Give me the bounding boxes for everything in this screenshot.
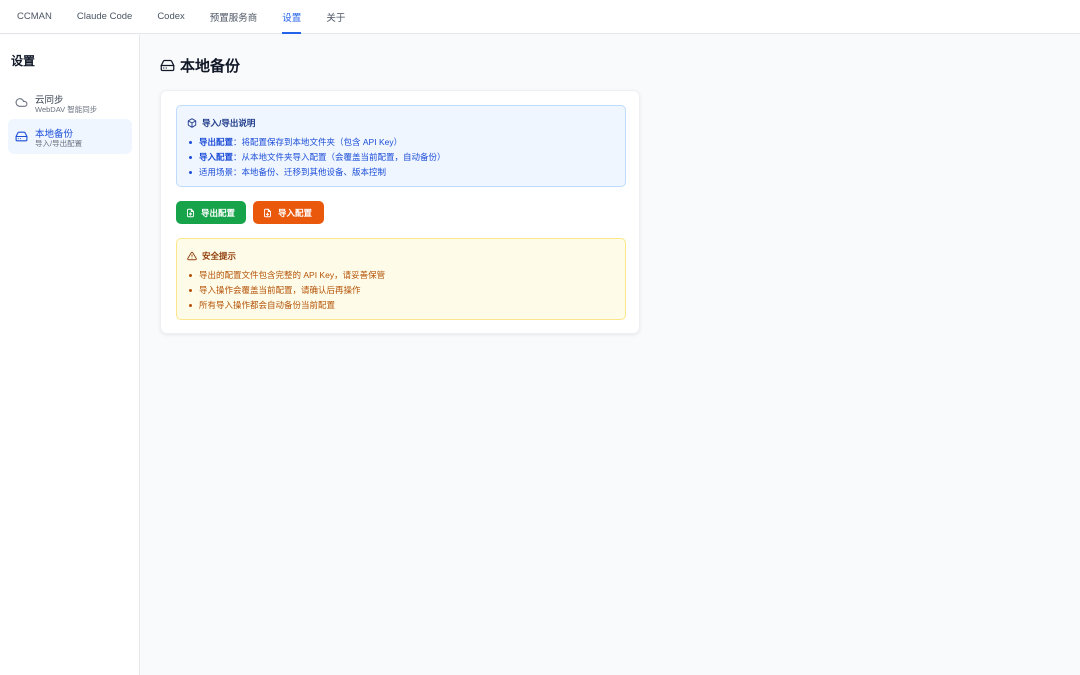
- info-list: 导出配置：将配置保存到本地文件夹（包含 API Key） 导入配置：从本地文件夹…: [189, 135, 446, 180]
- list-item-text: ：从本地文件夹导入配置（会覆盖当前配置，自动备份）: [233, 152, 446, 162]
- info-box-title-text: 导入/导出说明: [202, 118, 256, 128]
- sidebar-item-sublabel: WebDAV 智能同步: [35, 105, 98, 114]
- import-export-info-box: 导入/导出说明 导出配置：将配置保存到本地文件夹（包含 API Key） 导入配…: [176, 105, 626, 187]
- alert-triangle-icon: [187, 251, 197, 261]
- import-button-label: 导入配置: [278, 207, 313, 218]
- info-box-title: 导入/导出说明: [187, 117, 255, 129]
- list-item: 导出的配置文件包含完整的 API Key，请妥善保管: [189, 268, 385, 283]
- tab-preset-providers[interactable]: 预置服务商: [210, 0, 258, 33]
- cloud-icon: [15, 98, 28, 107]
- list-item: 所有导入操作都会自动备份当前配置: [189, 298, 385, 313]
- list-item: 导入配置：从本地文件夹导入配置（会覆盖当前配置，自动备份）: [189, 150, 446, 165]
- file-export-icon: [187, 208, 194, 217]
- list-item: 适用场景：本地备份、迁移到其他设备、版本控制: [189, 165, 446, 180]
- page-title: 本地备份: [180, 57, 241, 75]
- page-header: 本地备份: [160, 55, 240, 75]
- list-item-text: 适用场景：本地备份、迁移到其他设备、版本控制: [199, 167, 387, 177]
- list-item: 导入操作会覆盖当前配置，请确认后再操作: [189, 283, 385, 298]
- hard-drive-icon: [15, 131, 28, 142]
- backup-card: 导入/导出说明 导出配置：将配置保存到本地文件夹（包含 API Key） 导入配…: [160, 90, 640, 334]
- sidebar-item-cloud-sync[interactable]: 云同步 WebDAV 智能同步: [8, 85, 132, 120]
- export-button-label: 导出配置: [201, 207, 236, 218]
- tab-about[interactable]: 关于: [326, 0, 345, 33]
- warning-list: 导出的配置文件包含完整的 API Key，请妥善保管 导入操作会覆盖当前配置，请…: [189, 268, 385, 313]
- list-item-bold: 导入配置: [199, 152, 234, 162]
- tab-settings[interactable]: 设置: [282, 0, 302, 34]
- top-nav: CCMAN Claude Code Codex 预置服务商 设置 关于: [0, 0, 1080, 34]
- settings-sidebar: 设置 云同步 WebDAV 智能同步 本地备份 导入/导出配置: [0, 35, 140, 675]
- tab-claude-code[interactable]: Claude Code: [77, 0, 132, 33]
- tab-ccman[interactable]: CCMAN: [17, 0, 52, 33]
- sidebar-title: 设置: [11, 54, 36, 68]
- list-item-bold: 导出配置: [199, 137, 234, 147]
- warning-box-title-text: 安全提示: [202, 251, 237, 261]
- package-icon: [187, 118, 197, 128]
- hard-drive-icon: [160, 59, 175, 71]
- import-config-button[interactable]: 导入配置: [253, 201, 324, 224]
- list-item: 导出配置：将配置保存到本地文件夹（包含 API Key）: [189, 135, 446, 150]
- sidebar-item-sublabel: 导入/导出配置: [35, 139, 83, 148]
- security-warning-box: 安全提示 导出的配置文件包含完整的 API Key，请妥善保管 导入操作会覆盖当…: [176, 238, 626, 320]
- warning-box-title: 安全提示: [187, 250, 236, 262]
- sidebar-item-local-backup[interactable]: 本地备份 导入/导出配置: [8, 119, 132, 154]
- file-import-icon: [264, 208, 271, 217]
- tab-codex[interactable]: Codex: [157, 0, 184, 33]
- export-config-button[interactable]: 导出配置: [176, 201, 246, 224]
- list-item-text: ：将配置保存到本地文件夹（包含 API Key）: [233, 137, 403, 147]
